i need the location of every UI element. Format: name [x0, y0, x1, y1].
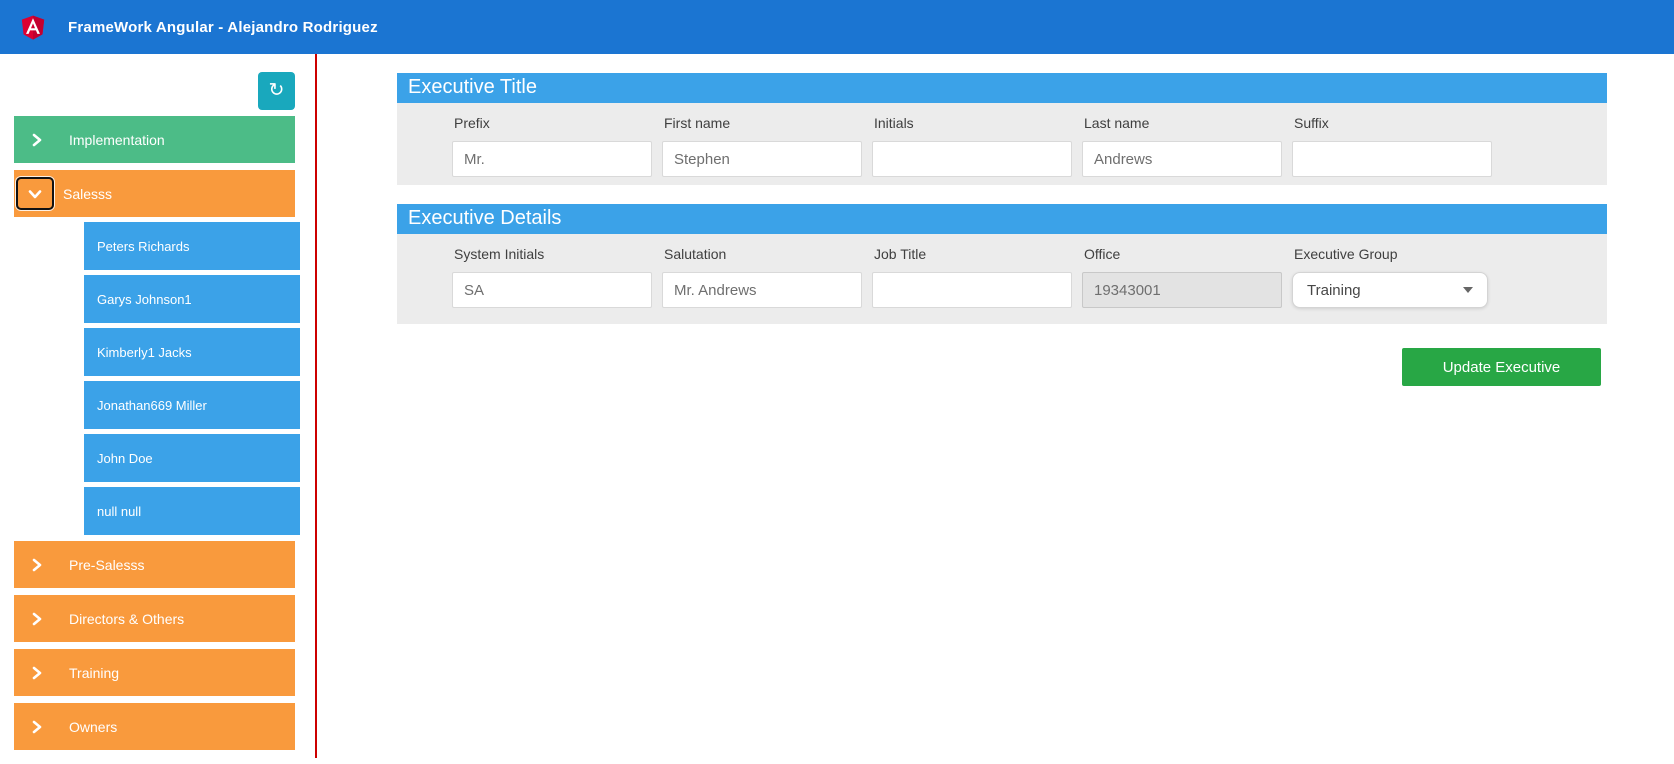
sidebar-group-owners[interactable]: Owners	[14, 703, 295, 750]
executive-list-item[interactable]: Kimberly1 Jacks	[84, 328, 300, 376]
office-input	[1082, 272, 1282, 308]
field-label: Initials	[874, 115, 914, 131]
group-label: Training	[69, 664, 120, 681]
section-heading: Executive Details	[397, 204, 1607, 234]
sidebar-group-implementation[interactable]: Implementation	[14, 116, 295, 163]
executive-list-item[interactable]: Peters Richards	[84, 222, 300, 270]
chevron-right-icon	[30, 612, 44, 626]
job-title-input[interactable]	[872, 272, 1072, 308]
suffix-field: Suffix	[1292, 115, 1492, 177]
field-label: First name	[664, 115, 731, 131]
executive-list-item[interactable]: Jonathan669 Miller	[84, 381, 300, 429]
suffix-input[interactable]	[1292, 141, 1492, 177]
initials-field: Initials	[872, 115, 1072, 177]
sidebar: ↻ Implementation Salesss Peters Richards…	[14, 72, 300, 750]
chevron-right-icon	[30, 558, 44, 572]
refresh-icon: ↻	[268, 80, 285, 101]
chevron-right-icon	[30, 720, 44, 734]
section-heading: Executive Title	[397, 73, 1607, 103]
prefix-field: Prefix	[452, 115, 652, 177]
system-initials-field: System Initials	[452, 246, 652, 308]
last-name-input[interactable]	[1082, 141, 1282, 177]
executive-group-dropdown[interactable]: Training	[1292, 272, 1488, 308]
chevron-right-icon	[30, 133, 44, 147]
executive-list-item[interactable]: null null	[84, 487, 300, 535]
refresh-button[interactable]: ↻	[258, 72, 295, 110]
executive-details-form: System Initials Salutation Job Title Off…	[397, 234, 1607, 324]
field-label: Office	[1084, 246, 1121, 262]
last-name-field: Last name	[1082, 115, 1282, 177]
field-label: Job Title	[874, 246, 927, 262]
field-label: Last name	[1084, 115, 1150, 131]
group-label: Salesss	[63, 185, 113, 202]
salutation-input[interactable]	[662, 272, 862, 308]
angular-logo-icon	[18, 11, 48, 43]
chevron-down-icon	[1463, 287, 1473, 293]
salutation-field: Salutation	[662, 246, 862, 308]
field-label: System Initials	[454, 246, 545, 262]
group-label: Implementation	[69, 131, 165, 148]
office-field: Office	[1082, 246, 1282, 308]
system-initials-input[interactable]	[452, 272, 652, 308]
field-label: Prefix	[454, 115, 490, 131]
sidebar-group-pre-salesss[interactable]: Pre-Salesss	[14, 541, 295, 588]
app-header: FrameWork Angular - Alejandro Rodriguez	[0, 0, 1674, 54]
executive-title-section: Executive Title Prefix First name Initia…	[397, 73, 1607, 185]
app-title: FrameWork Angular - Alejandro Rodriguez	[68, 18, 378, 36]
sidebar-group-training[interactable]: Training	[14, 649, 295, 696]
field-label: Executive Group	[1294, 246, 1398, 262]
field-label: Salutation	[664, 246, 727, 262]
group-label: Pre-Salesss	[69, 556, 145, 573]
update-executive-button[interactable]: Update Executive	[1402, 348, 1601, 386]
job-title-field: Job Title	[872, 246, 1072, 308]
dropdown-selected-value: Training	[1307, 281, 1361, 299]
executive-list-item[interactable]: John Doe	[84, 434, 300, 482]
actions-row: Update Executive	[397, 348, 1607, 386]
chevron-down-icon	[28, 187, 42, 201]
executive-details-section: Executive Details System Initials Saluta…	[397, 204, 1607, 324]
field-label: Suffix	[1294, 115, 1329, 131]
sidebar-divider	[315, 54, 317, 758]
group-label: Directors & Others	[69, 610, 185, 627]
first-name-field: First name	[662, 115, 862, 177]
executive-title-form: Prefix First name Initials Last name Suf…	[397, 103, 1607, 185]
main-content: Executive Title Prefix First name Initia…	[397, 73, 1607, 386]
group-label: Owners	[69, 718, 118, 735]
first-name-input[interactable]	[662, 141, 862, 177]
chevron-right-icon	[30, 666, 44, 680]
collapse-toggle[interactable]	[16, 177, 54, 210]
sidebar-group-salesss[interactable]: Salesss	[14, 170, 295, 217]
salesss-children-list: Peters Richards Garys Johnson1 Kimberly1…	[84, 217, 300, 535]
executive-list-item[interactable]: Garys Johnson1	[84, 275, 300, 323]
prefix-input[interactable]	[452, 141, 652, 177]
executive-group-field: Executive Group Training	[1292, 246, 1492, 308]
sidebar-group-directors-others[interactable]: Directors & Others	[14, 595, 295, 642]
initials-input[interactable]	[872, 141, 1072, 177]
